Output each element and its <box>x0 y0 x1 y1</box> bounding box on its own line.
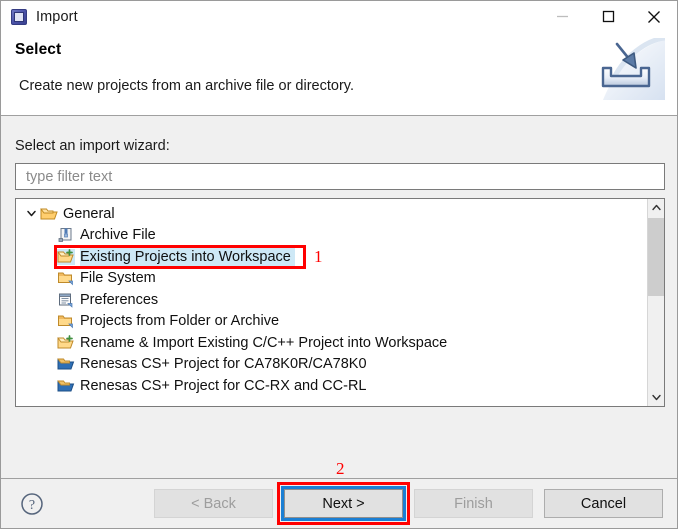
scroll-up-icon[interactable] <box>648 199 664 216</box>
tree-item-renesas-cc-rx-cc-rl[interactable]: Renesas CS+ Project for CC-RX and CC-RL <box>16 375 647 397</box>
next-button[interactable]: Next > <box>284 489 403 518</box>
tree-item-label: File System <box>80 270 160 286</box>
eclipse-import-icon <box>11 9 27 25</box>
tree-item-rename-import-existing-cpp-project[interactable]: Rename & Import Existing C/C++ Project i… <box>16 332 647 354</box>
tree-item-preferences[interactable]: Preferences <box>16 289 647 311</box>
finish-button[interactable]: Finish <box>414 489 533 518</box>
wizard-header: Select Create new projects from an archi… <box>1 32 677 116</box>
minimize-button[interactable] <box>539 1 585 32</box>
tree-item-label: Renesas CS+ Project for CA78K0R/CA78K0 <box>80 356 371 372</box>
wizard-body: Select an import wizard: General <box>1 116 677 478</box>
tree-item-label: Projects from Folder or Archive <box>80 313 283 329</box>
page-title: Select <box>15 41 677 59</box>
tree-item-archive-file[interactable]: Archive File <box>16 225 647 247</box>
tree-item-renesas-ca78k0r[interactable]: Renesas CS+ Project for CA78K0R/CA78K0 <box>16 354 647 376</box>
tree-item-label: Preferences <box>80 292 162 308</box>
back-button[interactable]: < Back <box>154 489 273 518</box>
window-controls <box>539 1 677 32</box>
closed-folder-icon <box>57 270 75 286</box>
archive-file-icon <box>57 227 75 243</box>
help-button[interactable]: ? <box>19 491 45 517</box>
tree-item-existing-projects-into-workspace[interactable]: Existing Projects into Workspace 1 <box>16 246 647 268</box>
filter-input[interactable] <box>15 163 665 190</box>
import-dialog: Import Select Create new projects from a… <box>0 0 678 529</box>
blue-folder-icon <box>57 378 75 394</box>
tree-scrollbar[interactable] <box>647 199 664 406</box>
select-wizard-label: Select an import wizard: <box>15 116 663 154</box>
import-project-folder-icon <box>57 335 75 351</box>
tree-item-label: Rename & Import Existing C/C++ Project i… <box>80 335 451 351</box>
next-button-wrapper: Next > 2 <box>284 489 403 518</box>
tree-item-label: Archive File <box>80 227 160 243</box>
annotation-number-2: 2 <box>336 459 345 479</box>
page-description: Create new projects from an archive file… <box>19 78 677 94</box>
tree-item-projects-from-folder-or-archive[interactable]: Projects from Folder or Archive <box>16 311 647 333</box>
scrollbar-thumb[interactable] <box>648 218 664 296</box>
closed-folder-icon <box>57 313 75 329</box>
maximize-button[interactable] <box>585 1 631 32</box>
window-title: Import <box>36 9 78 25</box>
open-folder-icon <box>40 206 58 222</box>
close-button[interactable] <box>631 1 677 32</box>
tree-item-label: General <box>63 206 119 222</box>
cancel-button[interactable]: Cancel <box>544 489 663 518</box>
dialog-button-bar: ? < Back Next > 2 Finish Cancel <box>1 478 677 528</box>
tree-item-label: Renesas CS+ Project for CC-RX and CC-RL <box>80 378 370 394</box>
tree-rows: General Archive File Existing Pr <box>16 199 647 406</box>
tree-item-label: Existing Projects into Workspace <box>80 247 295 267</box>
tree-item-general[interactable]: General <box>16 203 647 225</box>
scroll-down-icon[interactable] <box>648 389 664 406</box>
annotation-number-1: 1 <box>314 247 323 267</box>
import-project-folder-icon <box>57 249 75 265</box>
import-tray-arrow-icon <box>587 38 665 108</box>
blue-folder-icon <box>57 356 75 372</box>
scrollbar-track[interactable] <box>648 216 664 389</box>
title-bar: Import <box>1 1 677 32</box>
chevron-down-icon[interactable] <box>22 208 40 219</box>
tree-item-file-system[interactable]: File System <box>16 268 647 290</box>
preferences-icon <box>57 292 75 308</box>
wizard-buttons: < Back Next > 2 Finish Cancel <box>154 489 663 518</box>
import-wizard-tree[interactable]: General Archive File Existing Pr <box>15 198 665 407</box>
svg-text:?: ? <box>29 498 35 513</box>
